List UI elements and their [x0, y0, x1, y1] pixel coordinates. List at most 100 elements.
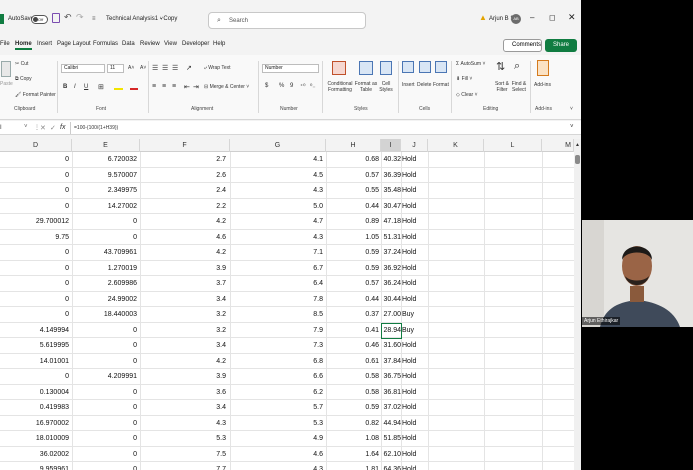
cell-g[interactable]: 4.9 — [230, 431, 323, 446]
cell-h[interactable]: 0.61 — [326, 354, 379, 369]
cell-styles-icon[interactable] — [380, 61, 392, 75]
restore-icon[interactable]: ◻ — [549, 13, 556, 23]
cell-g[interactable]: 4.7 — [230, 214, 323, 229]
cell-j[interactable]: Hold — [402, 447, 427, 462]
insert-cells-icon[interactable] — [402, 61, 414, 73]
cut-button[interactable]: ✂ Cut — [15, 61, 28, 67]
cell-h[interactable]: 1.08 — [326, 431, 379, 446]
cell-h[interactable]: 0.46 — [326, 338, 379, 353]
tab-data[interactable]: Data — [122, 41, 135, 47]
document-title[interactable]: Technical Analysis1 - Copy — [106, 14, 177, 24]
cell-g[interactable]: 7.8 — [230, 292, 323, 307]
grow-font-button[interactable]: A˄ — [128, 65, 134, 71]
cell-e[interactable]: 43.709961 — [72, 245, 137, 260]
conditional-formatting-icon[interactable] — [332, 61, 346, 75]
cell-h[interactable]: 0.89 — [326, 214, 379, 229]
collapse-ribbon-icon[interactable]: ˅ — [570, 106, 573, 112]
cell-h[interactable]: 1.81 — [326, 462, 379, 470]
cell-i[interactable]: 40.32 — [381, 152, 401, 167]
cell-d[interactable]: 9.959961 — [0, 462, 69, 470]
cell-g[interactable]: 8.5 — [230, 307, 323, 322]
column-header-f[interactable]: F — [140, 139, 230, 152]
cell-d[interactable]: 0 — [0, 307, 69, 322]
cell-f[interactable]: 5.3 — [140, 431, 226, 446]
cell-h[interactable]: 0.57 — [326, 168, 379, 183]
column-header-g[interactable]: G — [230, 139, 326, 152]
cell-d[interactable]: 5.619995 — [0, 338, 69, 353]
name-box[interactable]: I — [0, 125, 2, 131]
cell-f[interactable]: 7.7 — [140, 462, 226, 470]
shrink-font-button[interactable]: A˅ — [140, 65, 146, 71]
find-select-icon[interactable]: ⌕ — [514, 60, 520, 73]
cell-f[interactable]: 2.7 — [140, 152, 226, 167]
cell-f[interactable]: 2.4 — [140, 183, 226, 198]
add-ins-button[interactable]: Add-ins — [534, 82, 551, 88]
tab-review[interactable]: Review — [140, 41, 160, 47]
cell-e[interactable]: 18.440003 — [72, 307, 137, 322]
minimize-icon[interactable]: – — [530, 13, 534, 23]
cell-e[interactable]: 0 — [72, 385, 137, 400]
cell-f[interactable]: 3.6 — [140, 385, 226, 400]
cell-d[interactable]: 0 — [0, 292, 69, 307]
cell-g[interactable]: 6.7 — [230, 261, 323, 276]
cell-d[interactable]: 9.75 — [0, 230, 69, 245]
cell-e[interactable]: 0 — [72, 447, 137, 462]
close-icon[interactable]: ✕ — [568, 12, 576, 22]
cell-f[interactable]: 3.4 — [140, 338, 226, 353]
cell-f[interactable]: 4.2 — [140, 214, 226, 229]
cell-f[interactable]: 3.4 — [140, 292, 226, 307]
cell-i[interactable]: 36.39 — [381, 168, 401, 183]
cell-j[interactable]: Hold — [402, 338, 427, 353]
cell-f[interactable]: 2.2 — [140, 199, 226, 214]
scroll-up-icon[interactable]: ▲ — [575, 142, 580, 148]
cell-d[interactable]: 36.02002 — [0, 447, 69, 462]
cell-e[interactable]: 1.270019 — [72, 261, 137, 276]
cell-i[interactable]: 44.94 — [381, 416, 401, 431]
cell-j[interactable]: Hold — [402, 152, 427, 167]
cell-j[interactable]: Hold — [402, 245, 427, 260]
middle-align-icon[interactable]: ☰ — [162, 64, 168, 72]
cell-i[interactable]: 36.75 — [381, 369, 401, 384]
cell-i[interactable]: 31.60 — [381, 338, 401, 353]
font-name-select[interactable]: Calibri — [61, 64, 105, 73]
cell-j[interactable]: Hold — [402, 292, 427, 307]
tab-formulas[interactable]: Formulas — [93, 41, 118, 47]
italic-button[interactable]: I — [74, 84, 76, 90]
column-header-j[interactable]: J — [401, 139, 428, 152]
format-cells-button[interactable]: Format — [433, 82, 449, 88]
cell-e[interactable]: 9.570007 — [72, 168, 137, 183]
cell-e[interactable]: 0 — [72, 354, 137, 369]
cell-h[interactable]: 0.82 — [326, 416, 379, 431]
underline-button[interactable]: U — [84, 84, 88, 90]
cell-h[interactable]: 0.41 — [326, 323, 379, 338]
cell-h[interactable]: 0.59 — [326, 261, 379, 276]
cell-f[interactable]: 7.5 — [140, 447, 226, 462]
column-header-l[interactable]: L — [484, 139, 542, 152]
tab-view[interactable]: View — [164, 41, 177, 47]
column-header-d[interactable]: D — [0, 139, 72, 152]
tab-file[interactable]: File — [0, 41, 10, 47]
cell-j[interactable]: Hold — [402, 183, 427, 198]
undo-icon[interactable]: ↶ — [64, 12, 72, 22]
cell-g[interactable]: 4.1 — [230, 152, 323, 167]
cancel-icon[interactable]: ✕ — [40, 124, 46, 132]
delete-cells-icon[interactable] — [419, 61, 431, 73]
cell-j[interactable]: Hold — [402, 261, 427, 276]
percent-button[interactable]: % — [279, 83, 284, 89]
avatar[interactable]: AB — [511, 14, 521, 24]
cell-e[interactable]: 0 — [72, 338, 137, 353]
cell-g[interactable]: 5.7 — [230, 400, 323, 415]
column-header-k[interactable]: K — [428, 139, 484, 152]
add-ins-icon[interactable] — [537, 60, 549, 76]
tab-help[interactable]: Help — [213, 41, 225, 47]
cell-i[interactable]: 36.81 — [381, 385, 401, 400]
cell-i[interactable]: 27.00 — [381, 307, 401, 322]
comments-button[interactable]: Comments — [503, 39, 542, 52]
cell-d[interactable]: 0 — [0, 245, 69, 260]
cell-g[interactable]: 6.4 — [230, 276, 323, 291]
copy-button[interactable]: ⧉ Copy — [15, 76, 32, 82]
cell-i[interactable]: 30.47 — [381, 199, 401, 214]
cell-d[interactable]: 0 — [0, 276, 69, 291]
cell-h[interactable]: 1.05 — [326, 230, 379, 245]
save-icon[interactable] — [52, 13, 60, 23]
